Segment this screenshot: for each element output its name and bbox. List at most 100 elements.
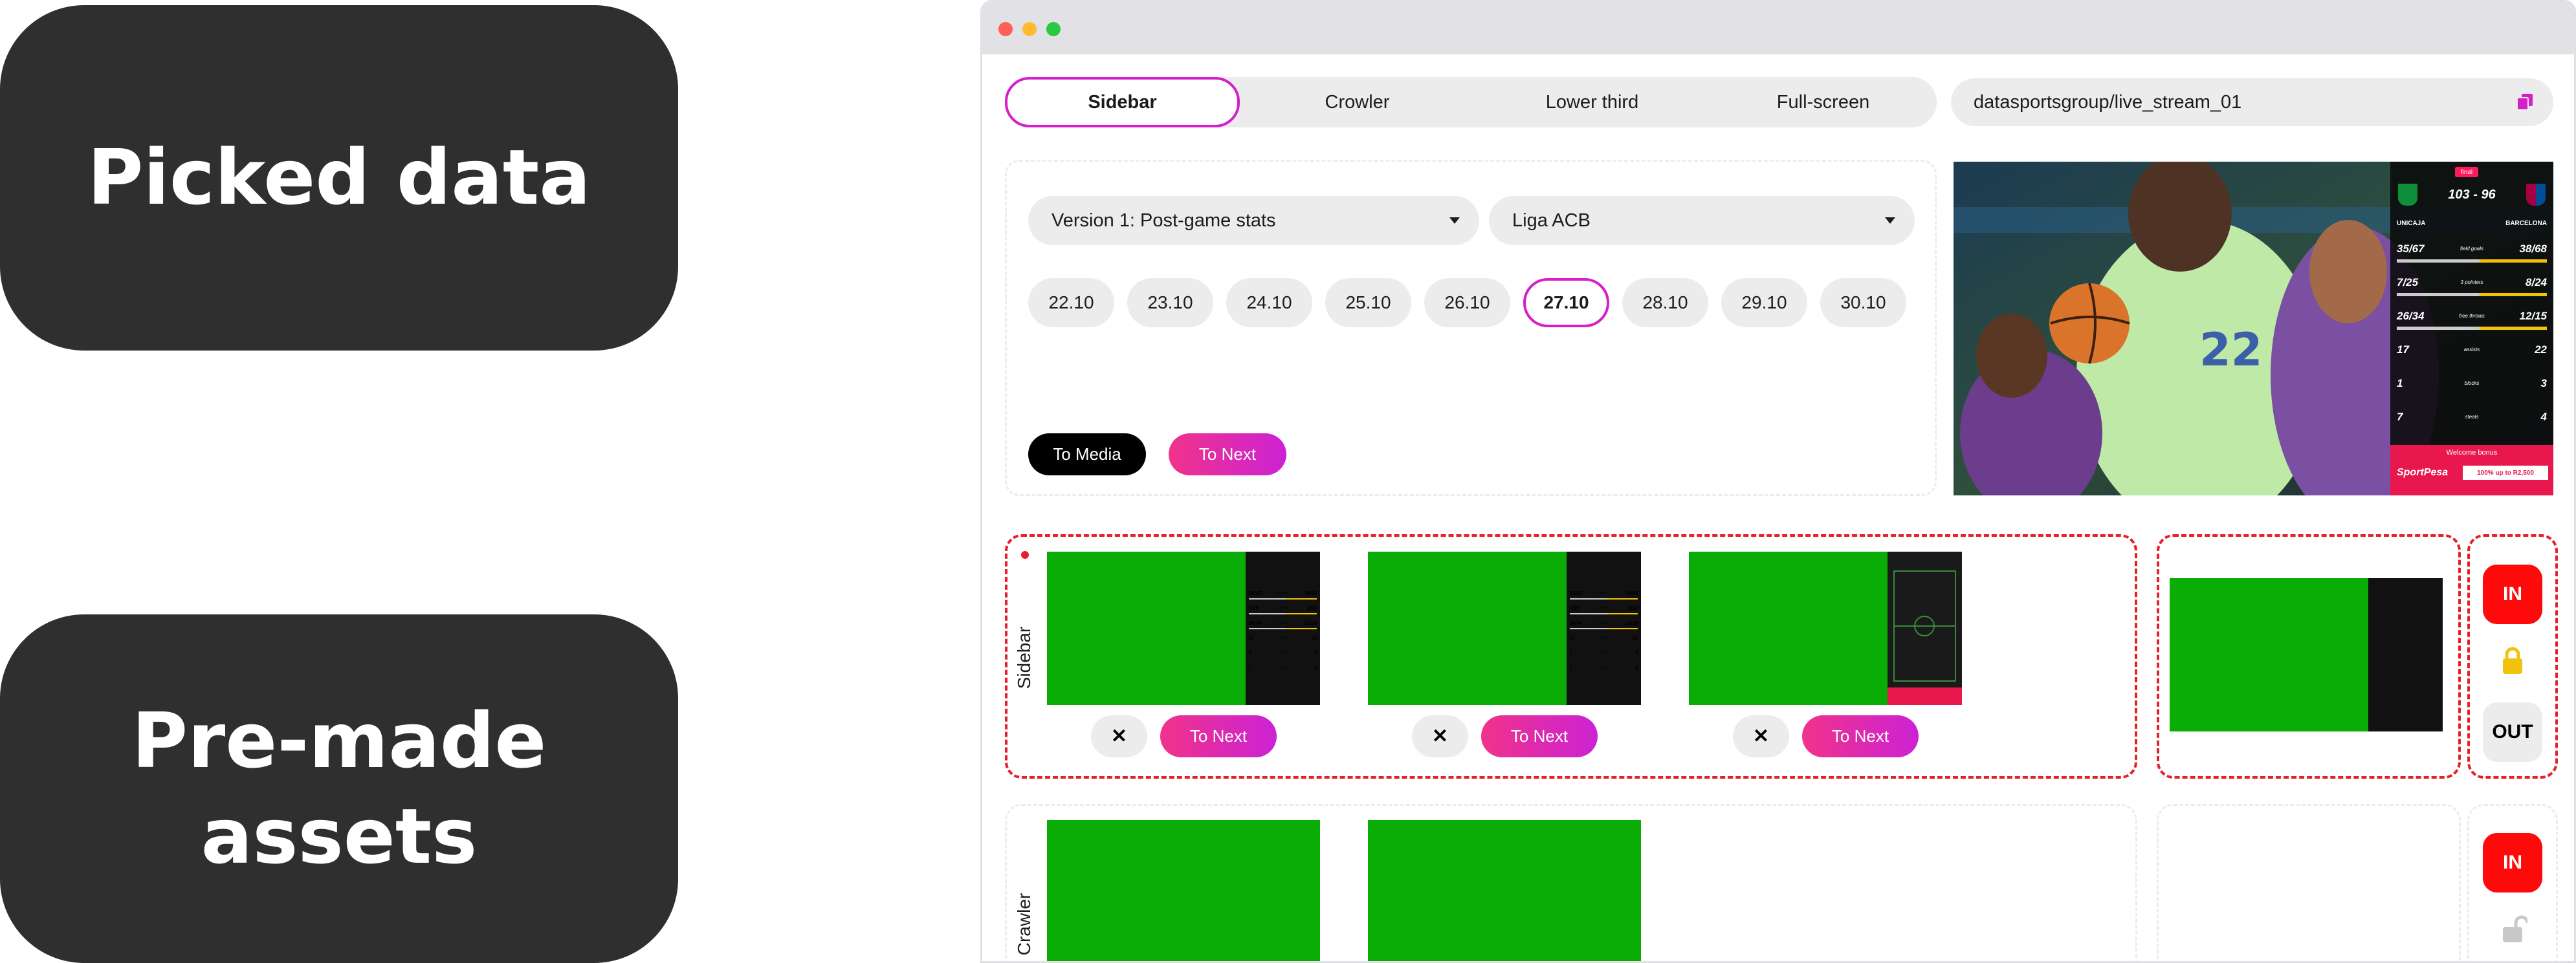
date-chip[interactable]: 30.10 — [1820, 278, 1906, 327]
stat-label: assists — [1279, 636, 1287, 640]
svg-text:22: 22 — [2199, 323, 2262, 376]
stat-away: 3 — [1314, 650, 1317, 656]
stat-away: 22 — [1632, 635, 1638, 641]
stat-away: 8/24 — [2525, 276, 2547, 288]
live-preview: 22 final 103 - 96 UNICAJA BARCELONA 35/6… — [1954, 162, 2553, 495]
date-chip-active[interactable]: 27.10 — [1523, 278, 1609, 327]
app-window: Sidebar Crowler Lower third Full-screen … — [980, 0, 2576, 963]
stat-away: 4 — [1635, 665, 1638, 671]
date-chip[interactable]: 23.10 — [1127, 278, 1213, 327]
stat-bar — [1248, 612, 1317, 615]
stat-row: 17 assists 22 — [1246, 635, 1320, 650]
remove-asset-button[interactable]: ✕ — [1091, 715, 1147, 757]
unlock-icon[interactable] — [2502, 915, 2527, 942]
stat-row: 17 assists 22 — [2390, 343, 2553, 377]
stat-away: 3 — [2540, 377, 2547, 389]
out-button[interactable]: OUT — [2483, 702, 2542, 762]
final-score: 103 - 96 — [2448, 188, 2496, 202]
to-next-button[interactable]: To Next — [1169, 433, 1286, 475]
date-chip[interactable]: 26.10 — [1424, 278, 1510, 327]
stat-row: 26/34 free throws 12/15 — [1567, 620, 1641, 635]
stat-label: steals — [1600, 666, 1607, 669]
sponsor-top-text: Welcome bonus — [2446, 449, 2498, 457]
stat-bar — [1248, 598, 1317, 600]
live-indicator-dot — [1021, 551, 1029, 559]
league-select[interactable]: Liga ACB — [1489, 196, 1915, 245]
version-select-value: Version 1: Post-game stats — [1051, 210, 1276, 231]
unicaja-logo — [2398, 184, 2417, 206]
date-chip[interactable]: 22.10 — [1028, 278, 1114, 327]
stat-label: assists — [1600, 636, 1608, 640]
date-chip[interactable]: 25.10 — [1325, 278, 1411, 327]
stat-label: blocks — [1279, 651, 1286, 655]
stat-away: 22 — [1311, 635, 1317, 641]
stat-row: 26/34 free throws 12/15 — [1246, 620, 1320, 635]
tab-full-screen[interactable]: Full-screen — [1710, 77, 1937, 127]
picked-data-text: Picked data — [87, 133, 591, 222]
stat-row: 7/25 3 pointers 8/24 — [1246, 605, 1320, 620]
tab-lower-third[interactable]: Lower third — [1475, 77, 1710, 127]
remove-asset-button[interactable]: ✕ — [1412, 715, 1468, 757]
court-diagram — [1888, 570, 1962, 705]
sponsor-offer: 100% up to R2,500 — [2463, 466, 2548, 480]
in-button[interactable]: IN — [2483, 565, 2542, 624]
lock-icon[interactable] — [2502, 647, 2524, 674]
to-next-button[interactable]: To Next — [1802, 715, 1919, 757]
stream-url-field[interactable]: datasportsgroup/live_stream_01 — [1951, 78, 2553, 126]
scoreboard-overlay: final 103 - 96 UNICAJA BARCELONA 35/67 fi… — [2390, 162, 2553, 495]
away-team-name: BARCELONA — [2505, 220, 2547, 227]
stat-away: 38/68 — [1625, 590, 1638, 596]
stat-bar — [1248, 627, 1317, 630]
stat-label: steals — [2465, 414, 2479, 420]
in-button[interactable]: IN — [2483, 833, 2542, 893]
asset-thumbnail[interactable] — [1047, 820, 1320, 961]
stat-row: 1 blocks 3 — [1246, 650, 1320, 665]
asset-thumbnail[interactable] — [1368, 820, 1641, 961]
to-next-button[interactable]: To Next — [1160, 715, 1277, 757]
stat-bar — [1569, 598, 1638, 600]
tab-sidebar[interactable]: Sidebar — [1005, 77, 1240, 127]
to-next-button[interactable]: To Next — [1481, 715, 1598, 757]
final-badge: final — [2455, 167, 2478, 177]
premade-text-line2: assets — [201, 791, 478, 881]
stat-away: 22 — [2535, 343, 2547, 356]
title-bar — [982, 2, 2574, 54]
stat-row: 26/34 free throws 12/15 — [2390, 310, 2553, 343]
date-chip[interactable]: 28.10 — [1622, 278, 1708, 327]
stat-row: 17 assists 22 — [1567, 635, 1641, 650]
tab-crowler[interactable]: Crowler — [1240, 77, 1475, 127]
stat-label: blocks — [1600, 651, 1607, 655]
date-chip[interactable]: 24.10 — [1226, 278, 1312, 327]
stat-away: 8/24 — [1307, 605, 1317, 611]
to-media-button[interactable]: To Media — [1028, 433, 1146, 475]
stat-row: 1 blocks 3 — [2390, 377, 2553, 411]
mini-court-graphic — [1888, 552, 1962, 705]
stat-label: steals — [1279, 666, 1286, 669]
close-window-button[interactable] — [998, 22, 1013, 36]
stat-row: 35/67 field goals 38/68 — [2390, 243, 2553, 276]
chevron-down-icon — [1449, 217, 1460, 224]
row-label-crawler: Crawler — [1014, 893, 1034, 956]
stat-away: 38/68 — [2519, 243, 2547, 255]
stat-bar — [2397, 259, 2547, 263]
stat-away: 4 — [2540, 411, 2547, 423]
remove-asset-button[interactable]: ✕ — [1733, 715, 1789, 757]
stat-away: 12/15 — [1625, 620, 1638, 626]
chevron-down-icon — [1885, 217, 1895, 224]
version-select[interactable]: Version 1: Post-game stats — [1028, 196, 1479, 245]
stat-row: 35/67 field goals 38/68 — [1246, 590, 1320, 605]
stat-bar — [1569, 612, 1638, 615]
crawler-output-box — [2157, 804, 2461, 961]
copy-icon[interactable] — [2517, 94, 2533, 111]
graphic-type-tabs: Sidebar Crowler Lower third Full-screen — [1005, 77, 1937, 127]
stream-url-text: datasportsgroup/live_stream_01 — [1974, 91, 2242, 113]
mini-scoreboard: 35/67 field goals 38/68 7/25 3 pointers 8/24 2… — [1567, 552, 1641, 705]
stat-away: 38/68 — [1304, 590, 1317, 596]
date-chip[interactable]: 29.10 — [1721, 278, 1807, 327]
premade-text-line1: Pre-made — [131, 696, 547, 785]
maximize-window-button[interactable] — [1046, 22, 1061, 36]
stat-row: 7/25 3 pointers 8/24 — [1567, 605, 1641, 620]
stat-row: 7 steals 4 — [1567, 665, 1641, 680]
minimize-window-button[interactable] — [1022, 22, 1037, 36]
sponsor-banner: Welcome bonus SportPesa 100% up to R2,50… — [2390, 445, 2553, 495]
